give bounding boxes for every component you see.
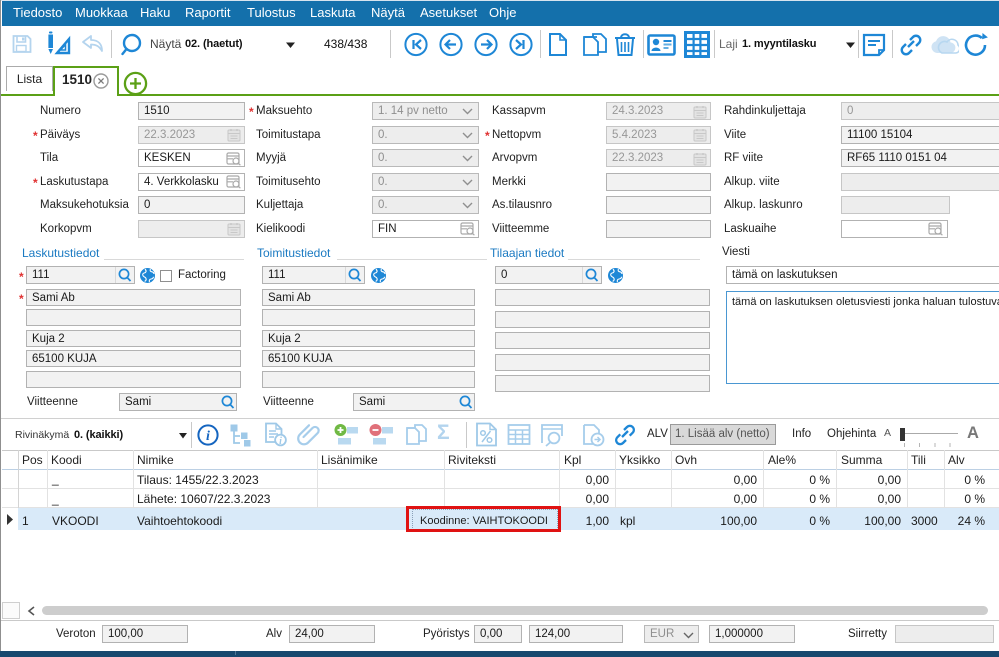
svg-text:i: i — [279, 436, 282, 447]
svg-text:i: i — [206, 429, 210, 444]
